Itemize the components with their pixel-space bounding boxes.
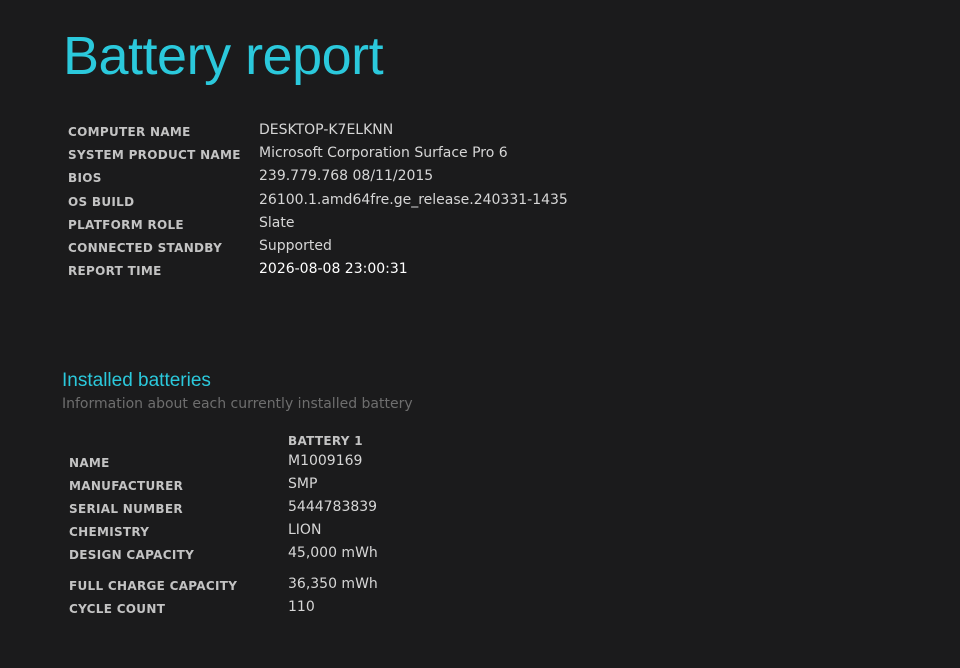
- system-product-name-label: SYSTEM PRODUCT NAME: [68, 148, 241, 163]
- platform-role-value: Slate: [259, 214, 295, 231]
- computer-name-label: COMPUTER NAME: [68, 125, 191, 139]
- battery-full-charge-capacity-value: 36,350 mWh: [288, 576, 378, 592]
- page-title: Battery report: [63, 26, 384, 86]
- battery-row-manufacturer: MANUFACTURER SMP: [69, 475, 469, 498]
- battery-cycle-count-label: CYCLE COUNT: [69, 602, 166, 616]
- connected-standby-label: CONNECTED STANDBY: [68, 240, 223, 255]
- info-row-computer-name: COMPUTER NAME DESKTOP-K7ELKNN: [68, 121, 588, 144]
- bios-label: BIOS: [68, 171, 102, 186]
- battery-1-column-header: BATTERY 1: [288, 434, 363, 448]
- connected-standby-value: Supported: [259, 237, 332, 254]
- system-info-table: COMPUTER NAME DESKTOP-K7ELKNN SYSTEM PRO…: [68, 121, 588, 283]
- report-time-value: 2026-08-08 23:00:31: [259, 261, 408, 278]
- info-row-platform-role: PLATFORM ROLE Slate: [68, 214, 588, 237]
- system-product-name-value: Microsoft Corporation Surface Pro 6: [259, 145, 508, 162]
- battery-design-capacity-label: DESIGN CAPACITY: [69, 548, 195, 562]
- battery-manufacturer-label: MANUFACTURER: [69, 479, 184, 493]
- os-build-value: 26100.1.amd64fre.ge_release.240331-1435: [259, 191, 568, 208]
- battery-name-label: NAME: [69, 456, 110, 470]
- info-row-report-time: REPORT TIME 2026-08-08 23:00:31: [68, 260, 588, 283]
- bios-value: 239.779.768 08/11/2015: [259, 168, 434, 185]
- battery-row-serial-number: SERIAL NUMBER 5444783839: [69, 498, 469, 521]
- battery-full-charge-capacity-label: FULL CHARGE CAPACITY: [69, 579, 238, 593]
- battery-name-value: M1009169: [288, 453, 363, 469]
- computer-name-value: DESKTOP-K7ELKNN: [259, 122, 394, 138]
- installed-batteries-subtitle: Information about each currently install…: [62, 396, 413, 412]
- report-time-label: REPORT TIME: [68, 264, 162, 279]
- installed-batteries-title: Installed batteries: [62, 370, 211, 391]
- battery-row-name: NAME M1009169: [69, 452, 469, 475]
- battery-manufacturer-value: SMP: [288, 476, 318, 492]
- battery-serial-number-label: SERIAL NUMBER: [69, 502, 183, 516]
- battery-table-header: BATTERY 1: [69, 429, 469, 452]
- battery-row-chemistry: CHEMISTRY LION: [69, 521, 469, 544]
- battery-row-full-charge-capacity: FULL CHARGE CAPACITY 36,350 mWh: [69, 575, 469, 598]
- installed-batteries-table: BATTERY 1 NAME M1009169 MANUFACTURER SMP…: [69, 429, 469, 621]
- platform-role-label: PLATFORM ROLE: [68, 217, 184, 232]
- battery-cycle-count-value: 110: [288, 599, 315, 615]
- battery-serial-number-value: 5444783839: [288, 499, 378, 515]
- battery-design-capacity-value: 45,000 mWh: [288, 545, 378, 561]
- info-row-system-product-name: SYSTEM PRODUCT NAME Microsoft Corporatio…: [68, 144, 588, 167]
- battery-row-cycle-count: CYCLE COUNT 110: [69, 598, 469, 621]
- info-row-os-build: OS BUILD 26100.1.amd64fre.ge_release.240…: [68, 191, 588, 214]
- battery-row-design-capacity: DESIGN CAPACITY 45,000 mWh: [69, 544, 469, 567]
- info-row-bios: BIOS 239.779.768 08/11/2015: [68, 167, 588, 190]
- os-build-label: OS BUILD: [68, 194, 135, 209]
- battery-chemistry-label: CHEMISTRY: [69, 525, 150, 539]
- info-row-connected-standby: CONNECTED STANDBY Supported: [68, 237, 588, 260]
- battery-chemistry-value: LION: [288, 522, 322, 538]
